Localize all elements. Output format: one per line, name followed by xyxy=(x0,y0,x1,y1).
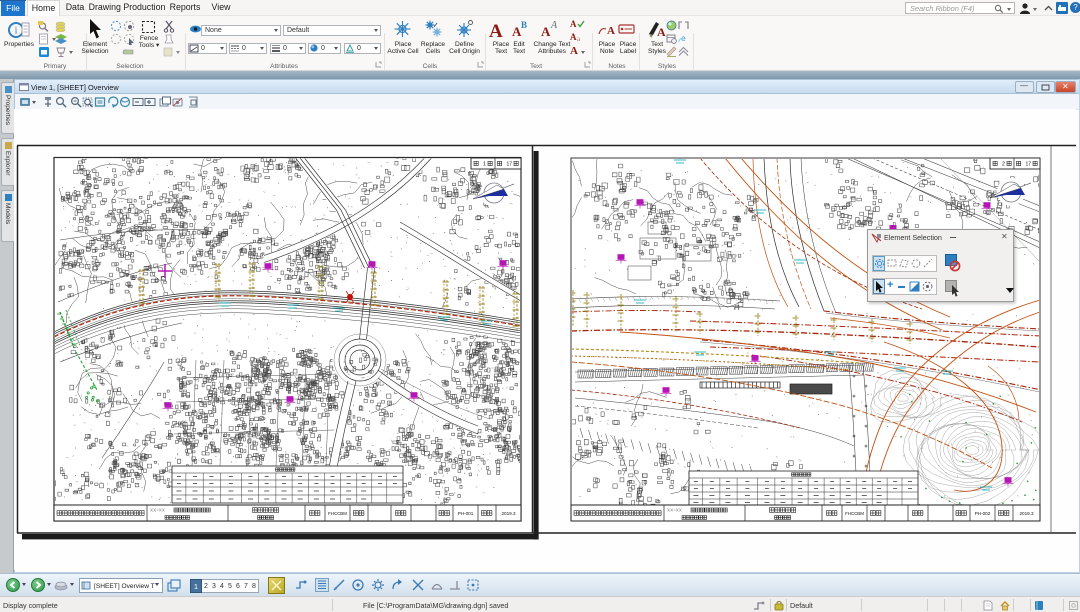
svg-text:XX~XX: XX~XX xyxy=(667,508,682,513)
svg-text:2019.3: 2019.3 xyxy=(501,511,515,516)
svg-text:XX~XX: XX~XX xyxy=(150,508,165,513)
svg-text:A: A xyxy=(657,25,666,39)
svg-text:2: 2 xyxy=(1002,161,1005,167)
svg-text:2019.3: 2019.3 xyxy=(1019,511,1033,516)
svg-text:FHCCBM: FHCCBM xyxy=(845,511,864,516)
svg-text:17: 17 xyxy=(507,161,513,167)
svg-text:17: 17 xyxy=(1026,161,1032,167)
svg-text:A: A xyxy=(607,25,615,37)
svg-text:PH-002: PH-002 xyxy=(975,511,991,516)
svg-text:PH-001: PH-001 xyxy=(458,511,474,516)
svg-text:FHCCBM: FHCCBM xyxy=(328,511,347,516)
svg-text:i: i xyxy=(15,26,18,37)
svg-text:1: 1 xyxy=(483,161,486,167)
